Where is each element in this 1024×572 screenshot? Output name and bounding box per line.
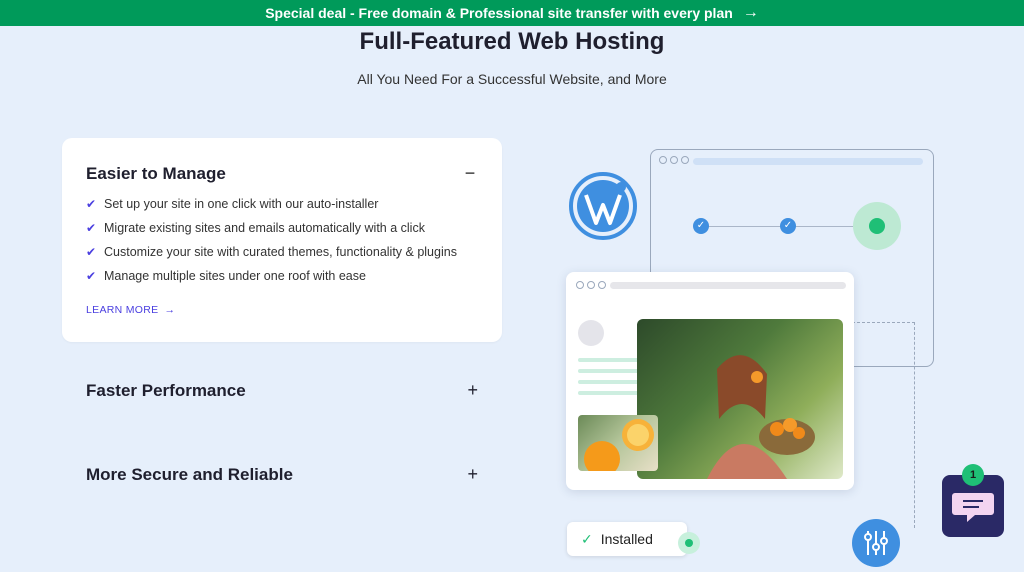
- accordion-item-more-secure[interactable]: More Secure and Reliable +: [86, 464, 478, 485]
- check-icon: ✓: [581, 530, 593, 547]
- step-check-icon: ✓: [780, 218, 796, 234]
- status-dot: [678, 532, 700, 554]
- accordion-title: More Secure and Reliable: [86, 464, 293, 484]
- page-title: Full-Featured Web Hosting: [359, 28, 665, 55]
- page-subtitle: All You Need For a Successful Website, a…: [357, 71, 667, 87]
- expand-icon[interactable]: +: [467, 464, 478, 485]
- check-icon: ✔: [86, 269, 97, 283]
- feature-list: ✔ Set up your site in one click with our…: [86, 196, 457, 292]
- browser-window-front: [566, 272, 854, 490]
- window-dots: [576, 281, 606, 289]
- check-icon: ✔: [86, 245, 97, 259]
- list-item: ✔ Customize your site with curated theme…: [86, 244, 457, 268]
- promo-banner-text: Special deal - Free domain & Professiona…: [265, 5, 733, 21]
- arrow-right-icon: →: [164, 304, 176, 316]
- oranges-photo: [578, 415, 658, 471]
- feature-text: Customize your site with curated themes,…: [104, 245, 457, 259]
- address-bar: [610, 282, 846, 289]
- feature-text: Migrate existing sites and emails automa…: [104, 221, 425, 235]
- promo-banner[interactable]: Special deal - Free domain & Professiona…: [0, 0, 1024, 26]
- list-item: ✔ Set up your site in one click with our…: [86, 196, 457, 220]
- installed-label: Installed: [600, 531, 653, 547]
- installed-status-badge: ✓ Installed: [567, 522, 687, 556]
- accordion-item-expanded: Easier to Manage − ✔ Set up your site in…: [62, 138, 502, 342]
- check-icon: ✔: [86, 197, 97, 211]
- step-check-icon: ✓: [693, 218, 709, 234]
- notification-badge: 1: [962, 464, 984, 486]
- learn-more-label: LEARN MORE: [86, 304, 159, 316]
- settings-sliders-icon: [852, 519, 900, 567]
- wordpress-logo-icon: [569, 172, 637, 240]
- accordion-title-easier-to-manage[interactable]: Easier to Manage: [86, 164, 226, 184]
- address-bar: [693, 158, 923, 165]
- list-item: ✔ Migrate existing sites and emails auto…: [86, 220, 457, 244]
- accordion-title: Faster Performance: [86, 380, 246, 400]
- collapse-icon[interactable]: −: [462, 164, 478, 182]
- connector-line: [852, 322, 915, 528]
- step-active-icon: [853, 202, 901, 250]
- window-dots: [659, 156, 689, 164]
- arrow-right-icon: →: [742, 4, 759, 21]
- check-icon: ✔: [86, 221, 97, 235]
- expand-icon[interactable]: +: [467, 380, 478, 401]
- feature-text: Set up your site in one click with our a…: [104, 197, 379, 211]
- learn-more-link[interactable]: LEARN MORE →: [86, 304, 175, 316]
- accordion-item-faster-performance[interactable]: Faster Performance +: [86, 380, 478, 401]
- avatar-placeholder: [578, 320, 604, 346]
- woman-with-oranges-photo: [637, 319, 843, 479]
- feature-text: Manage multiple sites under one roof wit…: [104, 269, 366, 283]
- list-item: ✔ Manage multiple sites under one roof w…: [86, 268, 457, 292]
